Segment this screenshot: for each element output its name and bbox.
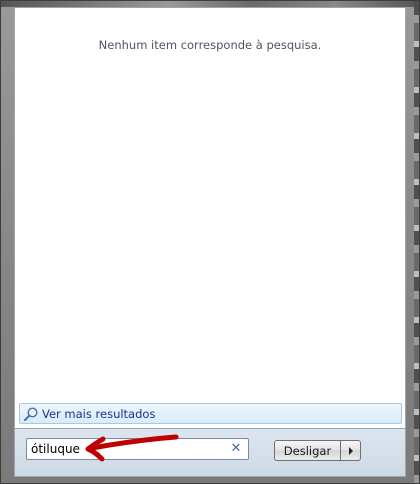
search-box[interactable]: ✕ [26, 438, 249, 460]
results-panel: Nenhum item corresponde à pesquisa. Ver … [14, 7, 406, 429]
no-results-message: Nenhum item corresponde à pesquisa. [98, 38, 322, 52]
shutdown-options-button[interactable] [341, 440, 361, 461]
shutdown-button-group: Desligar [274, 440, 361, 461]
see-more-results-link[interactable]: Ver mais resultados [19, 403, 402, 424]
search-input[interactable] [31, 442, 221, 456]
see-more-results-label: Ver mais resultados [42, 406, 156, 421]
shutdown-button[interactable]: Desligar [274, 440, 341, 461]
triangle-right-icon [348, 446, 353, 455]
magnifier-icon [23, 406, 39, 422]
bottom-bar: ✕ Desligar [14, 429, 406, 477]
close-icon[interactable]: ✕ [229, 442, 243, 456]
start-menu-frame: Nenhum item corresponde à pesquisa. Ver … [0, 0, 420, 484]
